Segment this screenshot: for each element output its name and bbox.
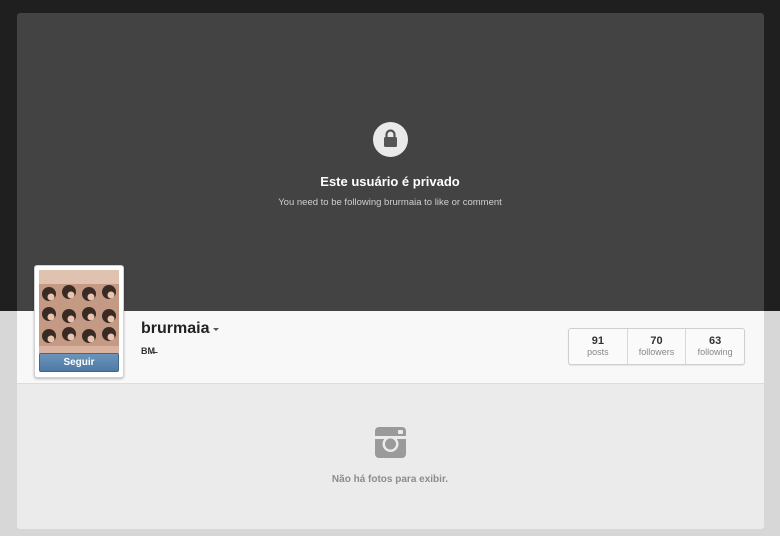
stat-value: 91 [591,335,604,347]
lock-icon [373,122,408,157]
avatar-image[interactable] [39,270,119,354]
stat-label: posts [587,347,609,357]
stat-value: 70 [650,335,663,347]
private-banner [17,13,764,311]
camera-icon [375,427,406,463]
empty-message: Não há fotos para exibir. [331,474,449,485]
follow-button[interactable]: Seguir [39,353,119,372]
stat-value: 63 [709,335,722,347]
stat-label: followers [638,347,675,357]
stat-followers[interactable]: 70 followers [626,329,686,364]
private-subtitle: You need to be following brurmaia to lik… [278,197,502,208]
private-title: Este usuário é privado [320,174,460,189]
username[interactable]: brurmaia [141,320,209,338]
stat-label: following [697,347,733,357]
profile-bio: BM̶ [141,346,155,356]
stat-posts[interactable]: 91 posts [569,329,627,364]
stat-following[interactable]: 63 following [685,329,744,364]
chevron-down-icon[interactable] [213,328,219,331]
avatar: Seguir [34,265,124,378]
profile-stats: 91 posts 70 followers 63 following [568,328,745,365]
